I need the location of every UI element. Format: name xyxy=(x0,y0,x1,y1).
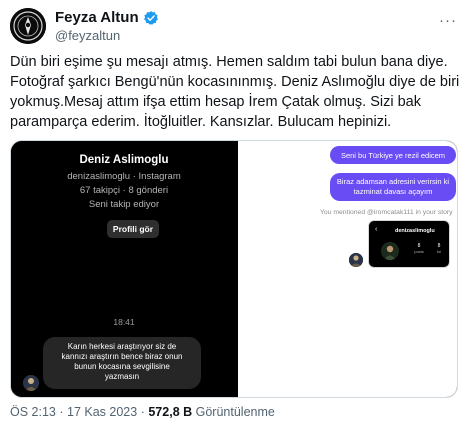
tweet-text: Dün biri eşime şu mesajı atmış. Hemen sa… xyxy=(10,52,460,132)
tweet-text-line: yokmuş.Mesaj attım ifşa ettim hesap İrem… xyxy=(10,94,421,110)
dm-sent-message: Seni bu Türkiye ye rezil edicem xyxy=(330,146,456,164)
views-label: Görüntülenme xyxy=(195,405,275,419)
dm-screenshot-left: Deniz Aslimoglu denizaslimoglu · Instagr… xyxy=(11,141,237,397)
dm-received-message: Karın herkesi araştırıyor siz de kannızı… xyxy=(43,337,201,389)
tweet-text-line: Dün biri eşime şu mesajı atmış. Hemen sa… xyxy=(10,54,448,70)
story-mention-label: You mentioned @iromcatak111 in your stor… xyxy=(320,209,453,216)
dm-sent-message-2: Biraz adamsan adresini verirsin ki tazmi… xyxy=(330,173,456,201)
story-profile-photo xyxy=(381,242,399,260)
view-profile-button: Profili gör xyxy=(107,220,159,238)
tweet-time[interactable]: ÖS 2:13 xyxy=(10,405,56,419)
tweet-text-line: paramparça ederim. İtoğluitler. Kansızla… xyxy=(10,114,392,130)
dm-message-line: yazmasın xyxy=(104,372,140,381)
dm-profile-name: Deniz Aslimoglu xyxy=(79,154,169,166)
tweet-date[interactable]: 17 Kas 2023 xyxy=(67,405,137,419)
dm-message-line: tazminat davası açayım xyxy=(353,186,433,196)
dm-follow-status: Seni takip ediyor xyxy=(88,199,160,210)
story-profile-name: denizaslimoglu xyxy=(395,228,435,234)
author-handle[interactable]: @feyzaltun xyxy=(55,28,120,43)
verified-badge-icon xyxy=(143,10,159,26)
more-options-icon[interactable]: ··· xyxy=(439,12,457,29)
views-count: 572,8 B xyxy=(148,405,193,419)
dm-sender-avatar xyxy=(23,375,39,391)
dm-message-line: kannızı araştırın bence biraz onun xyxy=(61,352,183,361)
story-stat-label: fol xyxy=(436,249,442,254)
story-stat: 8 fol xyxy=(429,243,449,254)
dm-message-line: bunun kocasına sevgilisine xyxy=(74,362,170,371)
story-stat: 8 posts xyxy=(409,243,429,254)
meta-separator: · xyxy=(140,405,145,419)
shared-story-preview: ‹ denizaslimoglu 8 posts 8 fol xyxy=(368,220,450,268)
author-name[interactable]: Feyza Altun xyxy=(55,9,139,26)
dm-timestamp: 18:41 xyxy=(113,317,135,327)
dm-profile-stats: 67 takipçi · 8 gönderi xyxy=(79,185,169,196)
dm-profile-sub: denizaslimoglu · Instagram xyxy=(67,171,181,182)
author-name-row: Feyza Altun xyxy=(55,9,159,26)
dm-sender-avatar xyxy=(349,253,363,267)
back-arrow-icon: ‹ xyxy=(375,226,378,233)
story-stat-label: posts xyxy=(414,249,424,254)
tweet-media[interactable]: Deniz Aslimoglu denizaslimoglu · Instagr… xyxy=(10,140,458,398)
tweet-header: Feyza Altun @feyzaltun ··· xyxy=(10,8,457,44)
meta-separator: · xyxy=(59,405,64,419)
dm-message-line: Karın herkesi araştırıyor siz de xyxy=(67,342,177,351)
dm-screenshot-right: Seni bu Türkiye ye rezil edicem Biraz ad… xyxy=(238,141,457,397)
author-avatar[interactable] xyxy=(10,8,46,44)
dm-message-line: Biraz adamsan adresini verirsin ki xyxy=(336,177,450,186)
tweet-text-line: Fotoğraf şarkıcı Bengü'nün kocasınınmış.… xyxy=(10,74,460,90)
tweet-meta: ÖS 2:13 · 17 Kas 2023 · 572,8 B Görüntül… xyxy=(10,405,275,419)
